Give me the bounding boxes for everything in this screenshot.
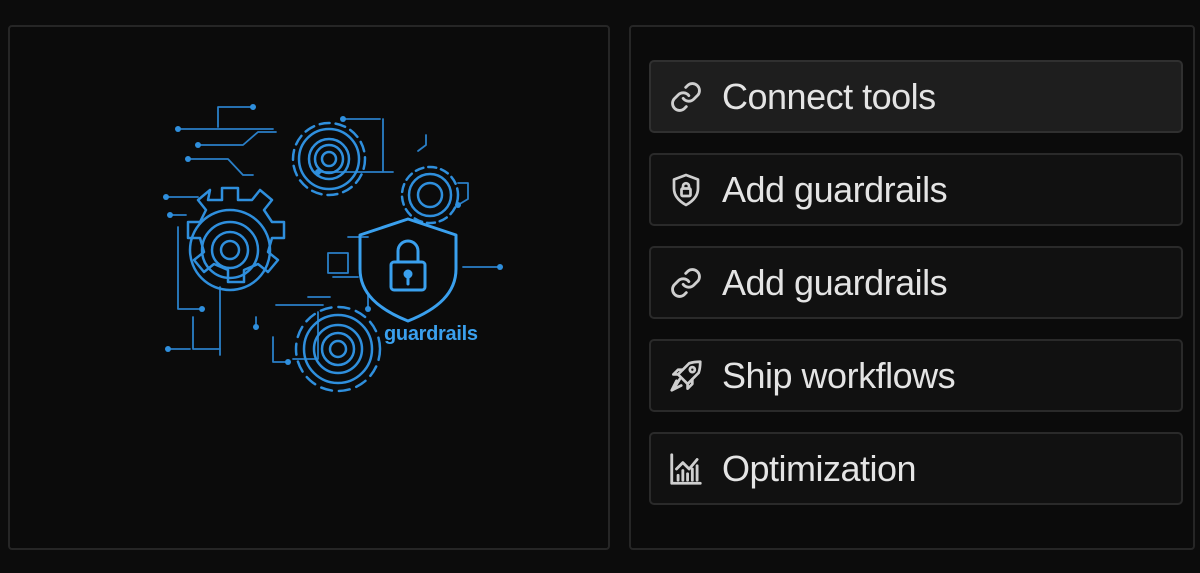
menu-item-label: Connect tools bbox=[722, 75, 936, 117]
shield-lock-icon bbox=[358, 217, 458, 323]
steps-menu: Connect tools Add guardrails Add guardra… bbox=[649, 60, 1183, 525]
menu-item-connect-tools[interactable]: Connect tools bbox=[649, 60, 1183, 133]
shield-lock-icon bbox=[666, 170, 706, 210]
link-icon bbox=[666, 77, 706, 117]
menu-item-ship-workflows[interactable]: Ship workflows bbox=[649, 339, 1183, 412]
menu-item-label: Optimization bbox=[722, 447, 917, 489]
illustration-panel: guardrails bbox=[8, 25, 610, 550]
menu-item-label: Add guardrails bbox=[722, 261, 948, 303]
rocket-icon bbox=[666, 356, 706, 396]
gear-icon bbox=[400, 165, 460, 225]
gear-icon bbox=[291, 121, 367, 197]
menu-item-add-guardrails[interactable]: Add guardrails bbox=[649, 153, 1183, 226]
gear-icon bbox=[186, 186, 286, 292]
menu-item-add-guardrails-2[interactable]: Add guardrails bbox=[649, 246, 1183, 319]
guardrails-illustration bbox=[158, 87, 508, 402]
steps-panel: Connect tools Add guardrails Add guardra… bbox=[629, 25, 1195, 550]
illustration-label: guardrails bbox=[384, 323, 478, 345]
link-icon bbox=[666, 263, 706, 303]
gear-icon bbox=[294, 305, 382, 393]
chart-icon bbox=[666, 449, 706, 489]
menu-item-label: Ship workflows bbox=[722, 354, 956, 396]
menu-item-optimization[interactable]: Optimization bbox=[649, 432, 1183, 505]
menu-item-label: Add guardrails bbox=[722, 168, 948, 210]
